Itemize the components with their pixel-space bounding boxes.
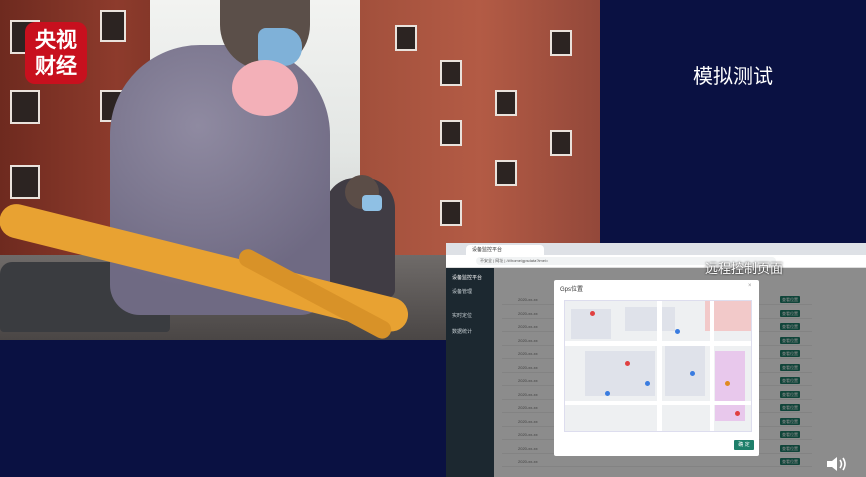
window bbox=[550, 30, 572, 56]
gps-map[interactable] bbox=[564, 300, 752, 432]
logo-line-1: 央视 bbox=[35, 28, 77, 52]
map-poi bbox=[605, 391, 610, 396]
modal-title: Gps位置 bbox=[560, 287, 584, 293]
map-block bbox=[585, 351, 655, 396]
map-block bbox=[625, 307, 675, 331]
window bbox=[10, 165, 40, 199]
map-road bbox=[657, 301, 662, 431]
window bbox=[440, 60, 462, 86]
adult-mask bbox=[362, 195, 382, 211]
logo-line-2: 财经 bbox=[35, 54, 77, 78]
window bbox=[495, 90, 517, 116]
address-bar: 不安全 | 网址 | /#/home/gpsdata?imei= bbox=[446, 255, 866, 268]
map-poi bbox=[675, 329, 680, 334]
map-zone bbox=[715, 351, 745, 421]
gps-modal: Gps位置 × 确 定 bbox=[554, 280, 759, 456]
sidebar-item-stats[interactable]: 数据统计 bbox=[452, 328, 492, 335]
map-road bbox=[710, 301, 714, 431]
remote-control-label: 远程控制页面 bbox=[705, 261, 784, 276]
simulation-test-title: 模拟测试 bbox=[693, 66, 773, 88]
map-block bbox=[665, 346, 705, 396]
background-panel bbox=[0, 340, 446, 477]
sidebar-item-device[interactable]: 设备管理 bbox=[452, 288, 492, 295]
sidebar-brand: 设备监控平台 bbox=[452, 275, 483, 281]
window bbox=[495, 160, 517, 186]
browser-tab[interactable]: 设备监控平台 bbox=[466, 245, 544, 255]
close-icon[interactable]: × bbox=[748, 283, 752, 289]
map-poi bbox=[690, 371, 695, 376]
channel-logo: 央视 财经 bbox=[25, 22, 87, 84]
sidebar-item-location[interactable]: 实时定位 bbox=[452, 312, 492, 319]
app-sidebar: 设备监控平台 设备管理 实时定位 数据统计 bbox=[446, 268, 494, 477]
map-poi bbox=[645, 381, 650, 386]
window bbox=[550, 130, 572, 156]
window bbox=[440, 200, 462, 226]
browser-tabbar: 设备监控平台 bbox=[446, 243, 866, 255]
map-poi bbox=[725, 381, 730, 386]
map-road bbox=[565, 401, 751, 405]
window bbox=[10, 90, 40, 124]
window bbox=[395, 25, 417, 51]
window bbox=[440, 120, 462, 146]
map-pin-icon bbox=[625, 361, 630, 366]
window bbox=[100, 10, 126, 42]
confirm-button[interactable]: 确 定 bbox=[734, 440, 754, 450]
pink-pompom bbox=[232, 60, 298, 116]
map-poi bbox=[735, 411, 740, 416]
volume-icon[interactable] bbox=[826, 456, 848, 472]
map-pin-icon bbox=[590, 311, 595, 316]
